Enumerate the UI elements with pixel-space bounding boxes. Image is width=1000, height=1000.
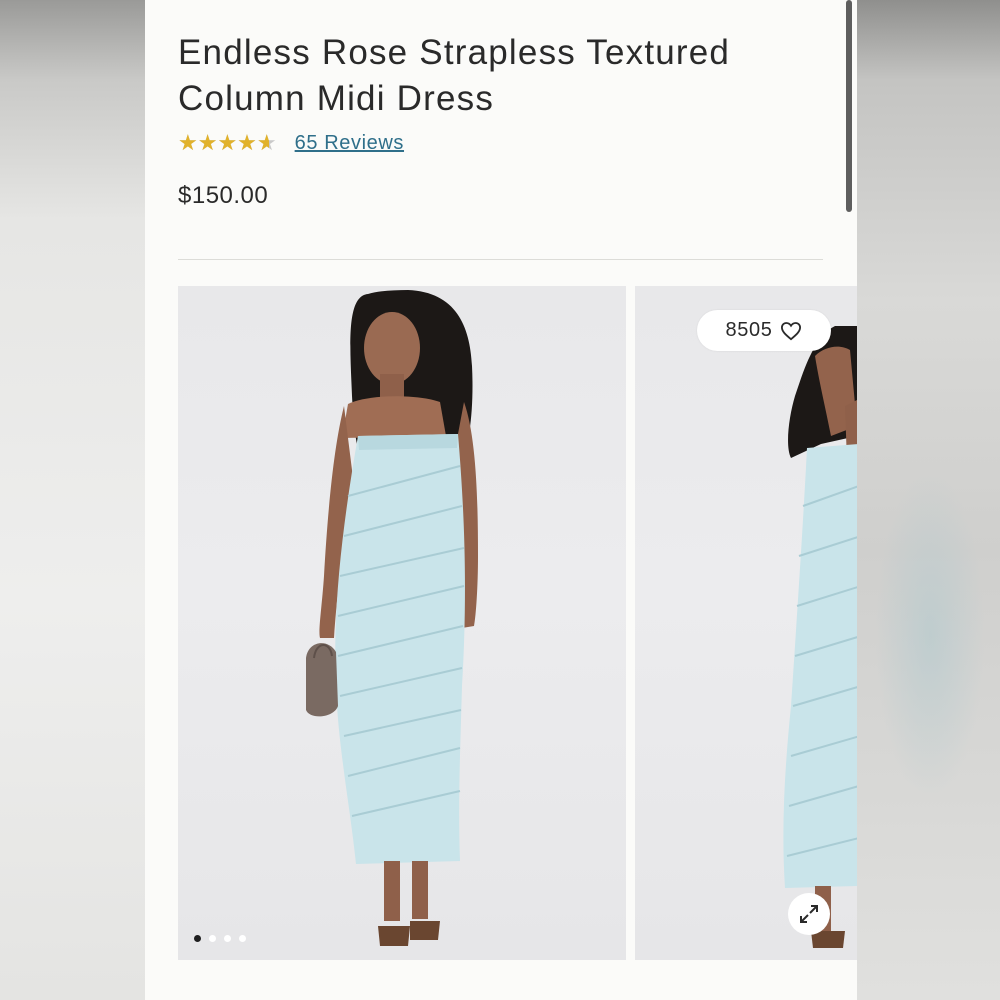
pagination-dot[interactable]: [224, 935, 231, 942]
divider: [178, 259, 823, 260]
wishlist-button[interactable]: 8505: [697, 310, 831, 351]
product-image-1[interactable]: [178, 286, 626, 960]
expand-icon: [800, 905, 818, 923]
model-back-illustration: [783, 326, 857, 948]
blurred-background-right: [855, 0, 1000, 1000]
product-title: Endless Rose Strapless Textured Column M…: [178, 33, 731, 118]
scrollbar[interactable]: [846, 0, 852, 212]
wishlist-count: 8505: [725, 319, 773, 341]
heart-icon: [781, 321, 802, 340]
product-image-gallery: 8505: [178, 286, 857, 960]
pagination-dot[interactable]: [194, 935, 201, 942]
reviews-link[interactable]: 65 Reviews: [295, 132, 404, 155]
expand-image-button[interactable]: [788, 893, 830, 935]
blurred-background-left: [0, 0, 145, 1000]
pagination-dot[interactable]: [239, 935, 246, 942]
star-rating: ★★★★★ ★★★★★: [178, 132, 277, 154]
product-image-2[interactable]: [635, 286, 857, 960]
product-price: $150.00: [178, 182, 269, 209]
pagination-dot[interactable]: [209, 935, 216, 942]
product-detail-panel: Endless Rose Strapless Textured Column M…: [145, 0, 857, 1000]
gallery-pagination-dots: [194, 935, 246, 942]
star-rating-fill: ★★★★★: [178, 132, 269, 154]
model-front-illustration: [306, 290, 478, 946]
rating-row: ★★★★★ ★★★★★ 65 Reviews: [178, 130, 404, 156]
